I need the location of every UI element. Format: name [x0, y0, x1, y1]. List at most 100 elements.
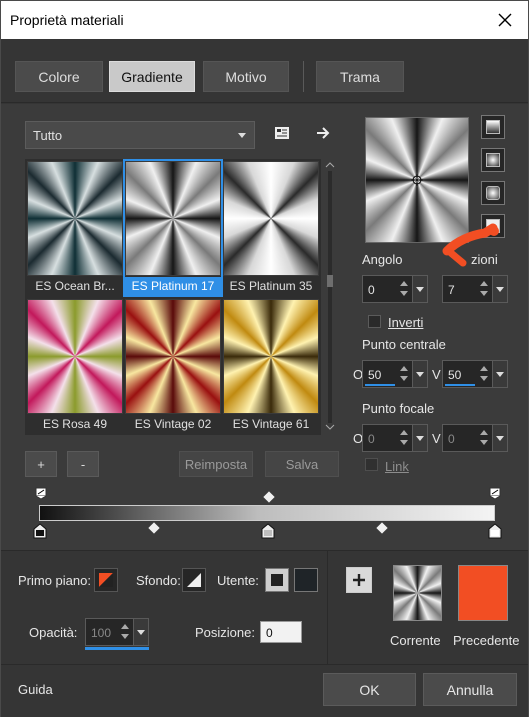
focal-v-dropdown[interactable]	[492, 425, 507, 451]
gradient-label: ES Ocean Br...	[35, 279, 115, 293]
angle-stepper[interactable]	[397, 277, 411, 301]
gradient-thumb[interactable]: ES Vintage 61	[223, 299, 319, 433]
transparency-stop-left-icon[interactable]	[35, 487, 47, 499]
cancel-button[interactable]: Annulla	[423, 673, 517, 706]
user-color-1[interactable]	[265, 568, 289, 592]
focal-h-input[interactable]: 0	[362, 424, 428, 452]
gradient-label: ES Rosa 49	[42, 417, 108, 431]
angle-label: Angolo	[362, 252, 403, 267]
foreground-gradient-icon	[99, 573, 113, 587]
add-gradient-button[interactable]: +	[25, 451, 57, 477]
color-stop-middle-icon[interactable]	[261, 523, 275, 539]
current-swatch[interactable]	[393, 565, 442, 621]
gradient-label: ES Platinum 17	[125, 277, 221, 295]
repeats-input[interactable]: 7	[442, 275, 508, 303]
angle-dropdown[interactable]	[412, 276, 427, 302]
opacity-input[interactable]: 100	[85, 618, 149, 646]
center-h-stepper[interactable]	[397, 362, 411, 386]
gradient-preview	[27, 299, 123, 414]
center-h-dropdown[interactable]	[412, 361, 427, 387]
button-label: Annulla	[446, 681, 494, 698]
link-label: Link	[385, 459, 409, 474]
color-midpoint[interactable]	[376, 522, 388, 534]
tab-bar: Colore Gradiente Motivo Trama	[1, 39, 528, 103]
center-v-dropdown[interactable]	[492, 361, 507, 387]
button-label: Reimposta	[184, 456, 248, 472]
button-label: Salva	[285, 456, 319, 472]
gradient-thumb[interactable]: ES Vintage 02	[125, 299, 221, 433]
center-v-bar	[445, 384, 475, 386]
remove-gradient-button[interactable]: -	[67, 451, 99, 477]
focal-h-value: 0	[368, 432, 375, 446]
button-label: OK	[359, 681, 380, 698]
help-button[interactable]: Guida	[18, 682, 53, 697]
gradient-ramp[interactable]	[39, 505, 495, 521]
color-midpoint[interactable]	[148, 522, 160, 534]
position-input[interactable]: 0	[260, 621, 302, 643]
color-stop-right-icon[interactable]	[488, 523, 502, 539]
gradient-editor	[29, 483, 505, 541]
save-gradient-button[interactable]: Salva	[265, 451, 339, 477]
scroll-down-icon	[325, 424, 335, 430]
gradient-thumb[interactable]: ES Platinum 17	[123, 159, 223, 297]
scroll-thumb[interactable]	[327, 275, 333, 287]
rectangular-style-button[interactable]	[481, 148, 505, 172]
close-icon	[498, 13, 512, 27]
angle-input[interactable]: 0	[362, 275, 428, 303]
gradient-preview	[223, 299, 319, 414]
button-label: -	[80, 456, 86, 472]
scroll-up-icon	[325, 162, 335, 168]
repeats-stepper[interactable]	[477, 277, 491, 301]
material-properties-dialog: Proprietà materiali Colore Gradiente Mot…	[0, 0, 529, 717]
linear-style-button[interactable]	[481, 115, 505, 139]
center-crosshair-icon[interactable]	[411, 174, 423, 186]
color-stop-left-icon[interactable]	[33, 523, 47, 539]
focal-v-input[interactable]: 0	[442, 424, 508, 452]
focal-h-dropdown[interactable]	[412, 425, 427, 451]
transparency-midpoint[interactable]	[263, 491, 275, 503]
ok-button[interactable]: OK	[323, 673, 416, 706]
foreground-swatch[interactable]	[94, 568, 118, 592]
gradient-thumb[interactable]: ES Platinum 35	[223, 161, 319, 295]
focal-v-stepper[interactable]	[477, 426, 491, 450]
plus-icon	[353, 574, 365, 586]
reset-button[interactable]: Reimposta	[179, 451, 253, 477]
arrow-right-icon[interactable]	[312, 122, 334, 144]
tab-motivo[interactable]: Motivo	[203, 61, 289, 92]
transparency-stop-right-icon[interactable]	[489, 487, 501, 499]
gradient-thumb[interactable]: ES Rosa 49	[27, 299, 123, 433]
focal-h-stepper[interactable]	[397, 426, 411, 450]
opacity-value: 100	[91, 626, 112, 640]
close-button[interactable]	[482, 1, 528, 39]
library-menu-icon[interactable]	[271, 122, 293, 144]
tab-colore[interactable]: Colore	[15, 61, 103, 92]
tab-label: Gradiente	[121, 68, 183, 85]
tab-trama[interactable]: Trama	[316, 61, 404, 92]
tab-label: Motivo	[225, 68, 267, 85]
invert-checkbox[interactable]	[368, 315, 381, 328]
background-swatch[interactable]	[182, 568, 206, 592]
focal-point-label: Punto focale	[362, 401, 435, 416]
button-label: +	[37, 456, 45, 472]
center-v-input[interactable]: 50	[442, 360, 508, 388]
link-checkbox[interactable]	[365, 458, 378, 471]
category-dropdown[interactable]: Tutto	[25, 121, 255, 149]
opacity-stepper[interactable]	[118, 620, 132, 644]
invert-label: Inverti	[388, 315, 424, 330]
repeats-dropdown[interactable]	[492, 276, 507, 302]
center-h-input[interactable]: 50	[362, 360, 428, 388]
bottom-divider	[327, 550, 328, 664]
center-point-label: Punto centrale	[362, 337, 446, 352]
chevron-down-icon	[238, 133, 246, 138]
previous-swatch[interactable]	[458, 565, 508, 621]
center-v-stepper[interactable]	[477, 362, 491, 386]
opacity-dropdown[interactable]	[133, 619, 148, 645]
window-title: Proprietà materiali	[10, 12, 124, 28]
tab-gradiente[interactable]: Gradiente	[109, 61, 195, 92]
sunburst-style-button[interactable]	[481, 181, 505, 205]
user-color-2[interactable]	[294, 568, 318, 592]
library-scrollbar[interactable]	[323, 159, 337, 435]
add-material-button[interactable]	[346, 567, 372, 593]
gradient-thumb[interactable]: ES Ocean Br...	[27, 161, 123, 295]
center-h-value: 50	[368, 368, 382, 382]
